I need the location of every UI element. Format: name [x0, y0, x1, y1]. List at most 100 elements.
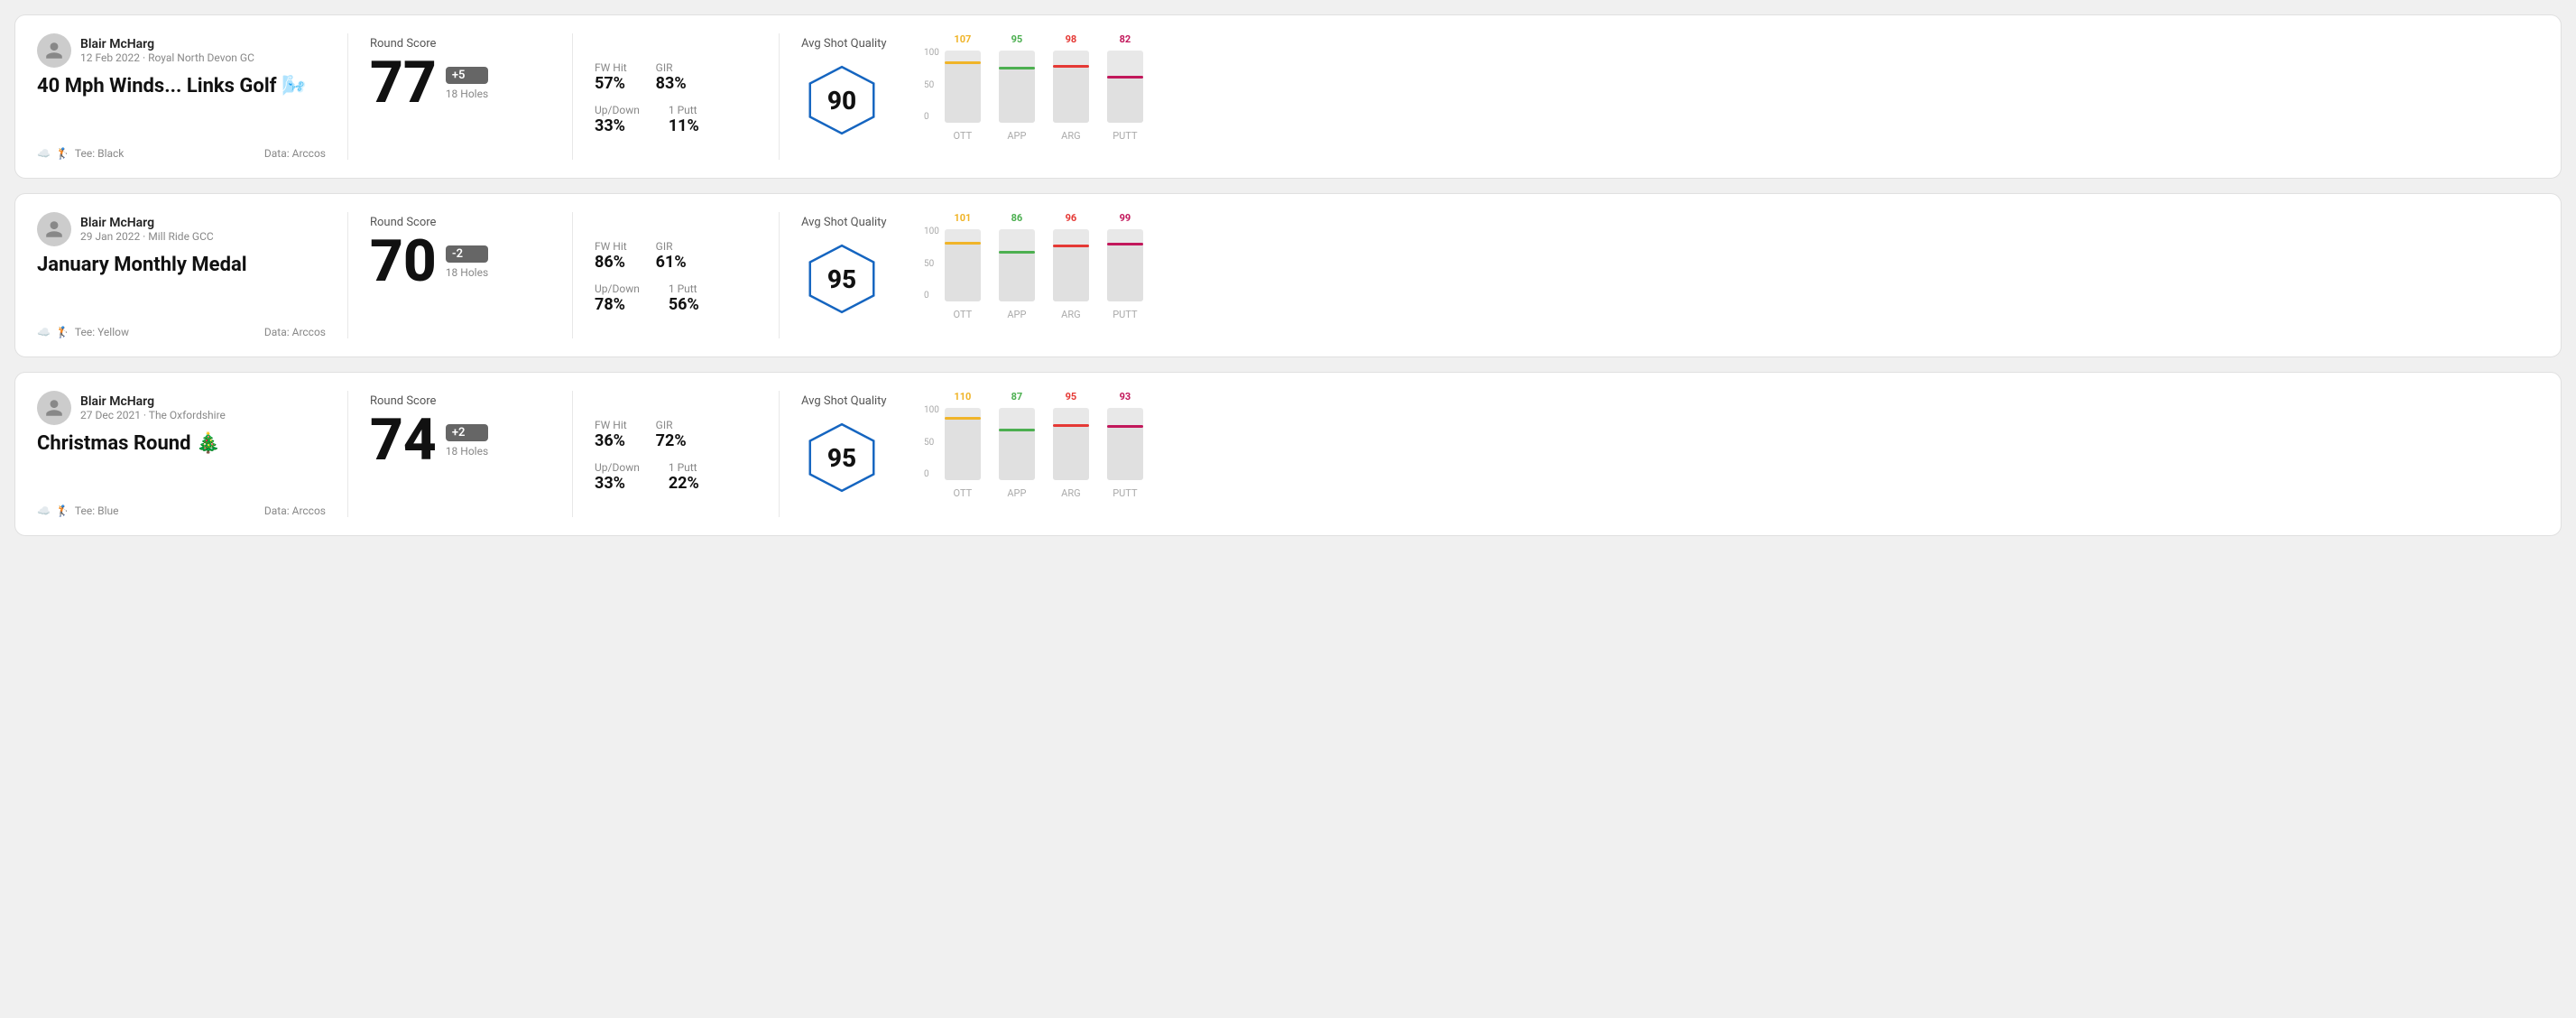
bar-value-label: 99 — [1120, 212, 1131, 224]
bar-value-label: 101 — [954, 212, 971, 224]
bar-x-label: ARG — [1061, 130, 1080, 142]
round-card-3: Blair McHarg 27 Dec 2021 · The Oxfordshi… — [14, 372, 2562, 536]
score-section: Round Score 77 +5 18 Holes — [370, 33, 550, 160]
divider-3 — [779, 33, 780, 160]
score-badge-col: +2 18 Holes — [446, 424, 488, 458]
fw-hit-label: FW Hit — [595, 61, 627, 74]
bar-fill — [999, 429, 1035, 480]
quality-score: 95 — [827, 443, 856, 473]
bar-group-arg: 98 ARG — [1053, 33, 1089, 142]
bar-line — [945, 61, 981, 64]
up-down-label: Up/Down — [595, 461, 640, 474]
bar-value-label: 95 — [1066, 391, 1077, 403]
stats-row-top: FW Hit 57% GIR 83% — [595, 61, 757, 93]
bar-group-putt: 99 PUTT — [1107, 212, 1143, 320]
round-card-2: Blair McHarg 29 Jan 2022 · Mill Ride GCC… — [14, 193, 2562, 357]
up-down-stat: Up/Down 78% — [595, 282, 640, 314]
one-putt-value: 22% — [669, 474, 699, 493]
score-diff-badge: +2 — [446, 424, 488, 441]
bar-value-label: 110 — [954, 391, 971, 403]
bar-x-label: APP — [1007, 130, 1026, 142]
card-left: Blair McHarg 27 Dec 2021 · The Oxfordshi… — [37, 391, 326, 517]
profile-info: Blair McHarg 12 Feb 2022 · Royal North D… — [80, 37, 254, 64]
one-putt-label: 1 Putt — [669, 104, 699, 116]
one-putt-stat: 1 Putt 11% — [669, 104, 699, 135]
fw-hit-value: 57% — [595, 74, 627, 93]
weather-icon: ☁️ — [37, 147, 51, 160]
holes-label: 18 Holes — [446, 88, 488, 100]
bar-wrapper — [945, 408, 981, 480]
up-down-value: 33% — [595, 474, 640, 493]
score-main: 74 +2 18 Holes — [370, 412, 550, 469]
avatar — [37, 212, 71, 246]
bar-value-label: 82 — [1120, 33, 1131, 45]
bar-group-app: 87 APP — [999, 391, 1035, 499]
tee-info: ☁️ 🏌️ Tee: Yellow — [37, 326, 129, 338]
card-footer: ☁️ 🏌️ Tee: Black Data: Arccos — [37, 147, 326, 160]
gir-value: 83% — [656, 74, 687, 93]
bar-x-label: APP — [1007, 309, 1026, 320]
quality-label: Avg Shot Quality — [801, 37, 887, 51]
one-putt-label: 1 Putt — [669, 461, 699, 474]
bar-line — [999, 67, 1035, 69]
bar-group-app: 86 APP — [999, 212, 1035, 320]
quality-section: Avg Shot Quality 90 — [801, 33, 909, 160]
stats-row-bottom: Up/Down 33% 1 Putt 22% — [595, 461, 757, 493]
fw-hit-label: FW Hit — [595, 240, 627, 253]
bar-chart-section: 100 50 0 101 OTT 86 APP — [909, 212, 2539, 338]
bars-container: 101 OTT 86 APP 96 — [945, 212, 1143, 320]
data-source: Data: Arccos — [264, 326, 326, 338]
bar-line — [999, 429, 1035, 431]
stats-row-top: FW Hit 36% GIR 72% — [595, 419, 757, 450]
bars-container: 107 OTT 95 APP 98 — [945, 33, 1143, 142]
bar-group-ott: 101 OTT — [945, 212, 981, 320]
bar-group-app: 95 APP — [999, 33, 1035, 142]
quality-section: Avg Shot Quality 95 — [801, 212, 909, 338]
data-source: Data: Arccos — [264, 504, 326, 517]
bar-x-label: PUTT — [1113, 130, 1137, 142]
bar-x-label: APP — [1007, 487, 1026, 499]
bar-line — [1107, 425, 1143, 428]
score-badge-col: +5 18 Holes — [446, 67, 488, 100]
avatar — [37, 391, 71, 425]
bar-wrapper — [999, 51, 1035, 123]
y-axis-50: 50 — [924, 259, 939, 269]
y-axis-100: 100 — [924, 48, 939, 58]
bag-icon: 🏌️ — [56, 504, 69, 517]
divider-1 — [347, 212, 348, 338]
round-title: January Monthly Medal — [37, 254, 326, 277]
up-down-label: Up/Down — [595, 282, 640, 295]
profile-row: Blair McHarg 12 Feb 2022 · Royal North D… — [37, 33, 326, 68]
bar-x-label: OTT — [954, 130, 973, 142]
fw-hit-stat: FW Hit 36% — [595, 419, 627, 450]
bar-wrapper — [999, 408, 1035, 480]
bar-x-label: PUTT — [1113, 487, 1137, 499]
bars-container: 110 OTT 87 APP 95 — [945, 391, 1143, 499]
gir-label: GIR — [656, 419, 687, 431]
divider-2 — [572, 33, 573, 160]
profile-row: Blair McHarg 29 Jan 2022 · Mill Ride GCC — [37, 212, 326, 246]
weather-icon: ☁️ — [37, 504, 51, 517]
y-axis-0: 0 — [924, 291, 939, 301]
divider-1 — [347, 33, 348, 160]
up-down-stat: Up/Down 33% — [595, 104, 640, 135]
score-number: 77 — [370, 54, 437, 112]
fw-hit-stat: FW Hit 86% — [595, 240, 627, 272]
stats-row-bottom: Up/Down 78% 1 Putt 56% — [595, 282, 757, 314]
gir-stat: GIR 83% — [656, 61, 687, 93]
card-footer: ☁️ 🏌️ Tee: Yellow Data: Arccos — [37, 326, 326, 338]
bar-wrapper — [1053, 229, 1089, 301]
bar-value-label: 87 — [1011, 391, 1023, 403]
bar-x-label: OTT — [954, 487, 973, 499]
bar-wrapper — [1107, 408, 1143, 480]
y-axis-100: 100 — [924, 227, 939, 236]
score-section: Round Score 74 +2 18 Holes — [370, 391, 550, 517]
bar-value-label: 107 — [954, 33, 971, 45]
bar-fill — [945, 61, 981, 123]
bar-group-arg: 96 ARG — [1053, 212, 1089, 320]
fw-hit-label: FW Hit — [595, 419, 627, 431]
bar-line — [1107, 243, 1143, 245]
y-axis-0: 0 — [924, 469, 939, 479]
holes-label: 18 Holes — [446, 445, 488, 458]
hexagon-quality: 95 — [801, 417, 882, 498]
